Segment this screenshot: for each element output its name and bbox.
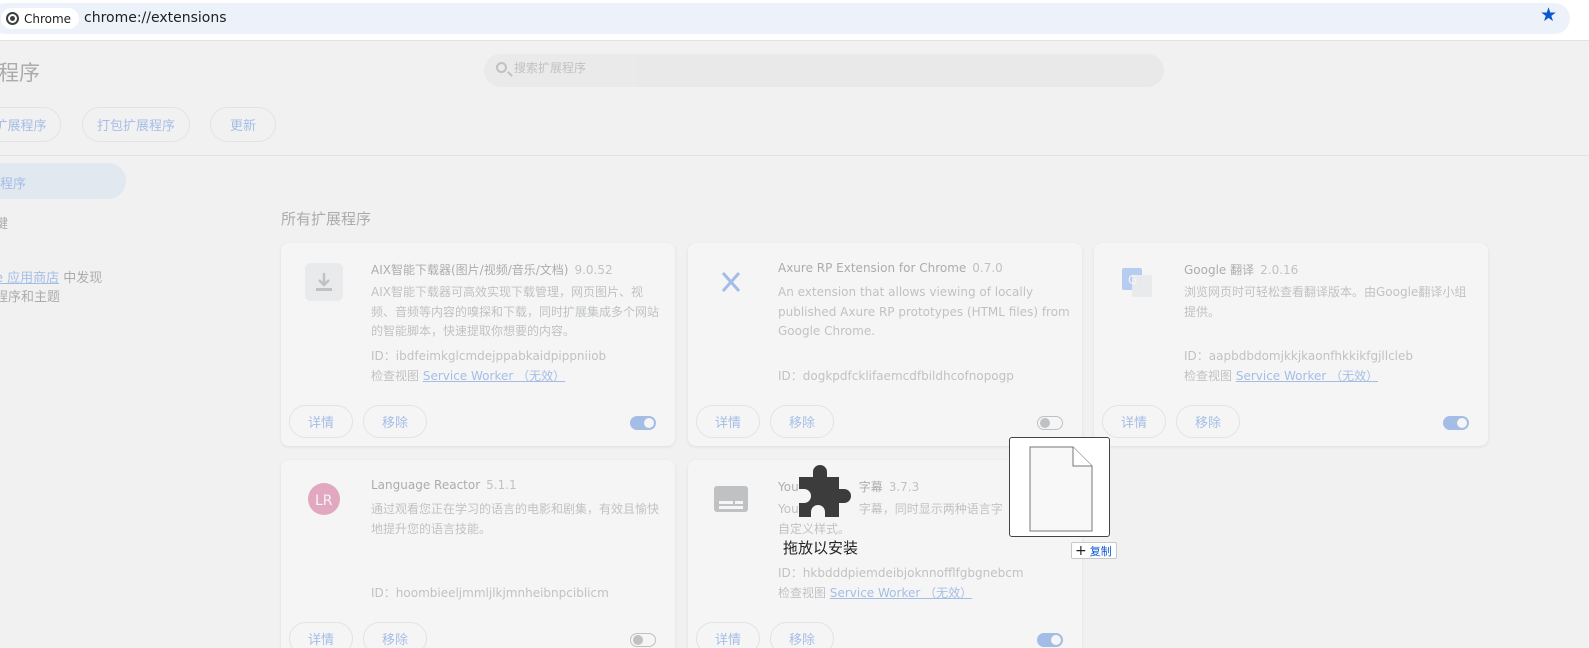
store-suffix: 中发现 [59,271,103,286]
search-input[interactable] [514,61,1114,75]
extension-description: An extension that allows viewing of loca… [778,285,1070,338]
pack-extension-button[interactable]: 打包扩展程序 [82,107,190,142]
enable-toggle[interactable] [1443,416,1469,430]
details-button[interactable]: 详情 [289,405,353,438]
webstore-link[interactable]: e 应用商店 [0,271,59,286]
omnibox[interactable]: Chrome chrome://extensions [0,3,1570,34]
sidebar-item-shortcuts[interactable]: 键 [0,213,8,232]
service-worker-link[interactable]: Service Worker （无效） [830,586,972,600]
extension-id: ID：aapbdbdomjkkjkaonfhkkikfgjllcleb [1184,349,1413,363]
page-title: 程序 [0,61,40,85]
inspect-views: 检查视图 Service Worker （无效） [1184,369,1379,383]
details-button[interactable]: 详情 [289,622,353,648]
google-translate-icon: G [1118,263,1156,301]
site-chip-label: Chrome [24,11,72,26]
extension-description: AIX智能下载器可高效实现下载管理，网页图片、视频、音频等内容的嗅探和下载，同时… [371,285,660,338]
extension-id: ID：hoombieeljmmljlkjmnheibnpciblicm [371,586,609,600]
load-unpacked-button[interactable]: 扩展程序 [0,107,61,142]
extension-name: Language Reactor 5.1.1 [371,478,517,492]
browser-toolbar: Chrome chrome://extensions ★ [0,0,1589,41]
toolbar-divider [0,155,1589,156]
section-title: 所有扩展程序 [281,210,372,228]
drop-to-install-label: 拖放以安装 [783,539,859,557]
enable-toggle[interactable] [1037,633,1063,647]
enable-toggle[interactable] [630,633,656,647]
inspect-views: 检查视图 Service Worker （无效） [778,586,973,600]
extension-name: AIX智能下载器(图片/视频/音乐/文档) 9.0.52 [371,263,613,277]
service-worker-link[interactable]: Service Worker （无效） [423,369,565,383]
extension-card: Axure RP Extension for Chrome 0.7.0 An ex… [688,243,1082,446]
site-chip[interactable]: Chrome [1,8,80,29]
bookmark-star-icon[interactable]: ★ [1540,4,1557,26]
details-button[interactable]: 详情 [696,405,760,438]
url-text[interactable]: chrome://extensions [84,10,227,26]
details-button[interactable]: 详情 [696,622,760,648]
details-button[interactable]: 详情 [1102,405,1166,438]
svg-text:G: G [1128,273,1137,287]
subtitles-icon [712,480,750,518]
copy-label: 复制 [1089,544,1112,558]
remove-button[interactable]: 移除 [363,622,427,648]
extension-card: AIX智能下载器(图片/视频/音乐/文档) 9.0.52 AIX智能下载器可高效实… [281,243,675,446]
extension-id: ID：dogkpdfcklifaemcdfbildhcofnopogp [778,369,1014,383]
remove-button[interactable]: 移除 [770,622,834,648]
enable-toggle[interactable] [1037,416,1063,430]
inspect-views: 检查视图 Service Worker （无效） [371,369,566,383]
download-icon [305,263,343,301]
chrome-icon [6,12,19,25]
sidebar-item-label: 程序 [0,177,27,192]
plus-icon: + [1075,542,1087,559]
remove-button[interactable]: 移除 [770,405,834,438]
service-worker-link[interactable]: Service Worker （无效） [1236,369,1378,383]
axure-icon [712,263,750,301]
extension-id: ID：ibdfeimkglcmdejppabkaidpippniiob [371,349,607,363]
remove-button[interactable]: 移除 [363,405,427,438]
extension-id: ID：hkbdddpiemdeibjoknnofflfgbgnebcm [778,566,1024,580]
language-reactor-icon: LR [305,480,343,518]
copy-badge: + 复制 [1071,542,1117,559]
search-icon [496,62,507,73]
extension-name: Google 翻译 2.0.16 [1184,263,1299,277]
svg-text:LR: LR [315,493,333,509]
remove-button[interactable]: 移除 [1176,405,1240,438]
extension-description: 浏览网页时可轻松查看翻译版本。由Google翻译小组提供。 [1184,285,1467,319]
extension-description: 通过观看您正在学习的语言的电影和剧集，有效且愉快地提升您的语言技能。 [371,502,660,536]
puzzle-icon [795,461,853,523]
extension-name: Axure RP Extension for Chrome 0.7.0 [778,261,1003,275]
dragged-file-preview[interactable] [1009,437,1110,537]
extension-card: G Google 翻译 2.0.16 浏览网页时可轻松查看翻译版本。由Google… [1094,243,1488,446]
search-bar[interactable] [484,54,1164,87]
sidebar-store-promo: e 应用商店 中发现 程序和主题 [0,269,135,307]
sidebar-item-extensions[interactable]: 程序 [0,163,126,199]
store-line2: 程序和主题 [0,290,61,305]
file-icon [1029,446,1093,532]
enable-toggle[interactable] [630,416,656,430]
extension-card: LR Language Reactor 5.1.1 通过观看您正在学习的语言的电影… [281,460,675,648]
update-button[interactable]: 更新 [210,107,276,142]
